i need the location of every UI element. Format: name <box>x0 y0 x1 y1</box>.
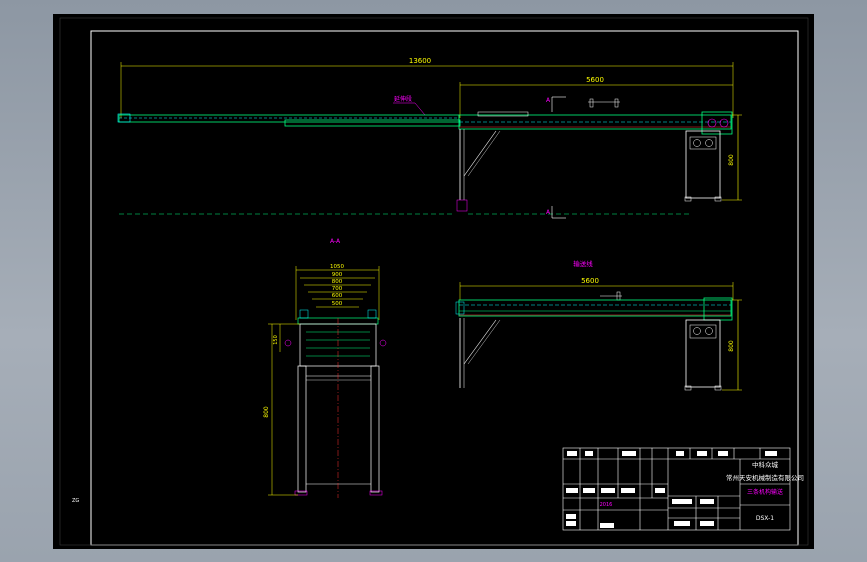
cad-drawing-canvas[interactable]: 13600 5600 延伸段 A 800 A A-A 1050 900 800 … <box>0 0 867 562</box>
front-height-dim: 800 <box>728 340 735 352</box>
overall-length-dim: 13600 <box>409 57 431 65</box>
corner-mark: ZG <box>72 498 79 504</box>
section-width-1: 1050 <box>330 264 344 270</box>
section-height-dim: 800 <box>263 406 270 418</box>
section-width-6: 500 <box>332 301 343 307</box>
section-title: A-A <box>330 238 341 245</box>
design-value: 2016 <box>600 502 613 508</box>
frame-length-dim: 5600 <box>586 76 604 84</box>
front-length-dim: 5600 <box>581 277 599 285</box>
section-side-dim: 150 <box>273 335 279 345</box>
section-width-3: 800 <box>332 279 343 285</box>
company-line2: 常州天安机械制造有限公司 <box>726 473 804 482</box>
drawing-number: DSX-1 <box>756 515 774 522</box>
top-height-dim: 800 <box>728 154 735 166</box>
drawing-name: 三条机构输送 <box>747 488 783 496</box>
section-width-5: 600 <box>332 293 343 299</box>
section-width-4: 700 <box>332 286 343 292</box>
drawing-sheet <box>53 14 814 549</box>
front-view-title: 输送线 <box>573 259 593 268</box>
extension-label: 延伸段 <box>394 95 412 103</box>
company-line1: 中科众城 <box>752 460 779 469</box>
section-width-2: 900 <box>332 272 343 278</box>
